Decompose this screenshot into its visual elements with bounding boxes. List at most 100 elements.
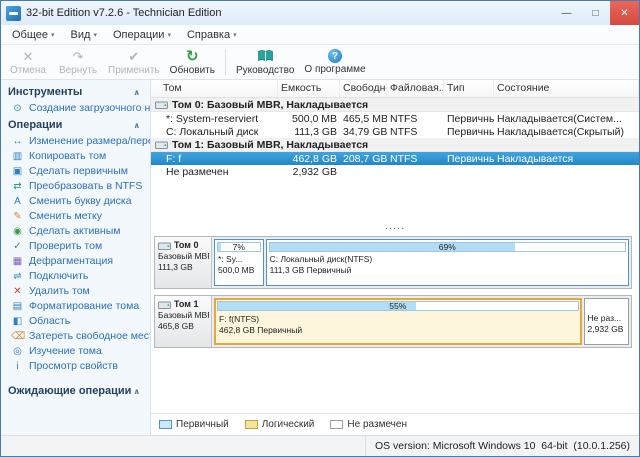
column-header-4[interactable]: Тип bbox=[444, 80, 494, 97]
disk-icon bbox=[155, 100, 168, 110]
chevron-down-icon: ▾ bbox=[233, 31, 237, 39]
column-header-0[interactable]: Том bbox=[151, 80, 278, 97]
minimize-button[interactable]: — bbox=[552, 1, 581, 25]
window-controls: — □ ✕ bbox=[552, 1, 639, 25]
partition-block[interactable]: 69% C: Локальный диск(NTFS) 111,3 GB Перви… bbox=[265, 239, 629, 286]
column-header-5[interactable]: Состояние bbox=[494, 80, 639, 97]
format-volume-icon: ▤ bbox=[12, 301, 23, 312]
delete-volume-icon: ✕ bbox=[13, 286, 22, 297]
partition-label: Не раз... bbox=[587, 313, 622, 323]
sidebar-item-label: Сделать активным bbox=[29, 225, 121, 237]
partition-label: *: Sy... bbox=[218, 254, 243, 264]
menu-view[interactable]: Вид ▾ bbox=[63, 25, 105, 44]
sidebar-item-make-primary[interactable]: ▣ Сделать первичным bbox=[1, 164, 150, 179]
refresh-icon: ↻ bbox=[186, 47, 199, 65]
column-header-3[interactable]: Файловая... bbox=[387, 80, 444, 97]
sidebar-item-explore-volume[interactable]: ◎ Изучение тома bbox=[1, 344, 150, 359]
about-button[interactable]: ? О программе bbox=[299, 46, 370, 79]
sidebar-item-make-active[interactable]: ◉ Сделать активным bbox=[1, 224, 150, 239]
sidebar-item-delete-volume[interactable]: ✕ Удалить том bbox=[1, 284, 150, 299]
table-row[interactable]: *: System-reserviert 500,0 MB 465,5 MB NTFS… bbox=[151, 112, 639, 125]
sidebar-item-format-volume[interactable]: ▤ Форматирование тома bbox=[1, 299, 150, 314]
usage-bar: 55% bbox=[217, 301, 579, 311]
apply-button[interactable]: ✔ Применить bbox=[103, 46, 165, 79]
partition-block[interactable]: 7% *: Sy... 500,0 MB bbox=[214, 239, 264, 286]
sidebar-item-defragment[interactable]: ▦ Дефрагментация bbox=[1, 254, 150, 269]
sidebar-item-copy-volume[interactable]: ▥ Копировать том bbox=[1, 149, 150, 164]
volume-group-header[interactable]: Том 0: Базовый MBR, Накладывается bbox=[151, 98, 639, 112]
volume-state: Накладывается(Систем... bbox=[497, 112, 622, 125]
disk-name: Том 1 bbox=[174, 299, 199, 309]
menu-label: Общее bbox=[12, 28, 49, 41]
sidebar-item-check-volume[interactable]: ✓ Проверить том bbox=[1, 239, 150, 254]
sidebar-item-convert-ntfs[interactable]: ⇄ Преобразовать в NTFS bbox=[1, 179, 150, 194]
menu-help[interactable]: Справка ▾ bbox=[179, 25, 245, 44]
sidebar-item-view-properties[interactable]: i Просмотр свойств bbox=[1, 359, 150, 374]
table-body: Том 0: Базовый MBR, Накладывается *: Syst… bbox=[151, 98, 639, 222]
table-row[interactable]: Не размечен 2,932 GB bbox=[151, 165, 639, 178]
explore-volume-icon: ◎ bbox=[13, 346, 22, 357]
make-primary-icon: ▣ bbox=[12, 166, 23, 177]
volume-name: F: f bbox=[166, 152, 182, 165]
manual-button[interactable]: Руководство bbox=[231, 46, 299, 79]
sidebar-item-change-letter[interactable]: A Сменить букву диска bbox=[1, 194, 150, 209]
convert-ntfs-icon: ⇄ bbox=[13, 181, 22, 192]
sidebar-item-resize[interactable]: ↔ Изменение размера/пере... bbox=[1, 134, 151, 149]
section-pending[interactable]: Ожидающие операции ∧ bbox=[1, 382, 150, 400]
maximize-button[interactable]: □ bbox=[581, 1, 610, 25]
section-operations[interactable]: Операции ∧ bbox=[1, 116, 150, 134]
change-letter-icon: A bbox=[14, 196, 21, 207]
sidebar-item-mount[interactable]: ⇌ Подключить bbox=[1, 269, 150, 284]
redo-button[interactable]: ↷ Вернуть bbox=[53, 46, 103, 79]
volume-capacity: 462,8 GB bbox=[292, 152, 337, 165]
volume-group-header[interactable]: Том 1: Базовый MBR, Накладывается bbox=[151, 138, 639, 152]
disk-info[interactable]: Том 0 Базовый MBR 111,3 GB bbox=[155, 237, 212, 288]
sidebar-item-label: Изучение тома bbox=[29, 345, 102, 357]
partition-block[interactable]: 55% F: f(NTFS) 462,8 GB Первичный bbox=[214, 298, 582, 345]
refresh-button[interactable]: ↻ Обновить bbox=[165, 46, 220, 79]
disk-name: Том 0 bbox=[174, 240, 199, 250]
section-title: Операции bbox=[8, 119, 63, 131]
menu-operations[interactable]: Операции ▾ bbox=[105, 25, 179, 44]
partition-strip: 55% F: f(NTFS) 462,8 GB Первичный Не раз...… bbox=[212, 296, 631, 347]
column-header-1[interactable]: Емкость bbox=[278, 80, 340, 97]
partition-size: 500,0 MB bbox=[218, 265, 255, 275]
section-tools[interactable]: Инструменты ∧ bbox=[1, 83, 150, 101]
sidebar-item-label: Форматирование тома bbox=[29, 300, 140, 312]
undo-button[interactable]: ✕ Отмена bbox=[3, 46, 53, 79]
disk-panel: Том 0 Базовый MBR 111,3 GB 7% *: Sy... 500,0 … bbox=[154, 236, 632, 289]
legend-item-primary: Первичный bbox=[159, 419, 229, 430]
window-title: 32-bit Edition v7.2.6 - Technician Editi… bbox=[26, 7, 222, 19]
table-row[interactable]: F: f 462,8 GB 208,7 GBNTFS ПервичныйНаклады… bbox=[151, 152, 639, 165]
toolbar-button-label: Отмена bbox=[10, 64, 46, 76]
legend-label: Не размечен bbox=[347, 419, 407, 430]
disk-layout: Базовый MBR bbox=[158, 251, 209, 261]
unallocated-swatch bbox=[330, 420, 344, 429]
sidebar-item-label: Копировать том bbox=[29, 150, 107, 162]
chevron-down-icon: ▾ bbox=[51, 31, 55, 39]
splitter-handle[interactable]: ..... bbox=[151, 221, 639, 235]
sidebar-item-label: Дефрагментация bbox=[29, 255, 114, 267]
column-header-2[interactable]: Свободно bbox=[340, 80, 387, 97]
disk-info[interactable]: Том 1 Базовый MBR 465,8 GB bbox=[155, 296, 212, 347]
sidebar-item-label: Удалить том bbox=[29, 285, 90, 297]
sidebar-item-wipe-free-space[interactable]: ⌫ Затереть свободное место bbox=[1, 329, 150, 344]
chevron-up-icon: ∧ bbox=[133, 386, 141, 396]
content-area: Том Емкость Свободно Файловая... Тип Состояни… bbox=[151, 80, 639, 435]
partition-block[interactable]: Не раз... 2,932 GB bbox=[583, 298, 629, 345]
sidebar-item-change-label[interactable]: ✎ Сменить метку bbox=[1, 209, 150, 224]
close-button[interactable]: ✕ bbox=[610, 1, 639, 25]
volume-name: C: Локальный диск bbox=[166, 125, 259, 138]
legend-item-logical: Логический bbox=[244, 419, 314, 430]
menu-general[interactable]: Общее ▾ bbox=[4, 25, 63, 44]
toolbar-button-label: Применить bbox=[108, 64, 160, 76]
volume-filesystem: NTFS bbox=[390, 112, 418, 125]
menubar: Общее ▾ Вид ▾ Операции ▾ Справка ▾ bbox=[1, 25, 639, 45]
volume-type: Первичный bbox=[447, 152, 494, 165]
usage-bar: 7% bbox=[217, 242, 261, 252]
volume-filesystem: NTFS bbox=[390, 125, 418, 138]
table-row[interactable]: C: Локальный диск 111,3 GB 34,79 GB NTFS Пер… bbox=[151, 125, 639, 138]
sidebar-item-bootable-media[interactable]: ⊙ Создание загрузочного но... bbox=[1, 101, 150, 116]
sidebar-item-area[interactable]: ◧ Область bbox=[1, 314, 150, 329]
apply-icon: ✔ bbox=[128, 48, 140, 64]
